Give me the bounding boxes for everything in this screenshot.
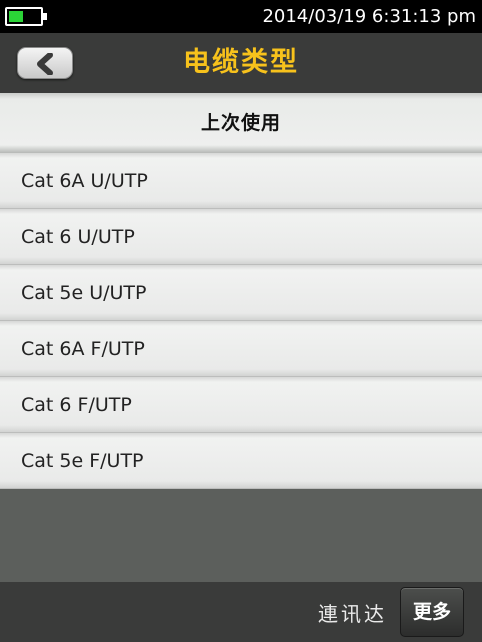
list-item-label: Cat 6 U/UTP [21, 226, 135, 248]
status-bar: 2014/03/19 6:31:13 pm [0, 0, 482, 33]
cable-type-list: Cat 6A U/UTP Cat 6 U/UTP Cat 5e U/UTP Ca… [0, 153, 482, 489]
list-item-cat6-futp[interactable]: Cat 6 F/UTP [0, 377, 482, 433]
clock: 2014/03/19 6:31:13 pm [262, 6, 476, 27]
battery-level-fill [9, 11, 23, 22]
list-item-label: Cat 6A F/UTP [21, 338, 145, 360]
brand-label: 連讯达 [318, 602, 387, 626]
list-item-cat5e-uutp[interactable]: Cat 5e U/UTP [0, 265, 482, 321]
list-item-cat6a-futp[interactable]: Cat 6A F/UTP [0, 321, 482, 377]
list-item-cat5e-futp[interactable]: Cat 5e F/UTP [0, 433, 482, 489]
list-item-label: Cat 6 F/UTP [21, 394, 132, 416]
back-button[interactable] [17, 47, 73, 79]
battery-icon [5, 7, 47, 26]
list-empty-area [0, 489, 482, 582]
list-item-cat6a-uutp[interactable]: Cat 6A U/UTP [0, 153, 482, 209]
footer-bar: 連讯达 更多 [0, 582, 482, 642]
chevron-left-icon [37, 53, 53, 75]
list-item-cat6-uutp[interactable]: Cat 6 U/UTP [0, 209, 482, 265]
list-item-label: Cat 5e F/UTP [21, 450, 144, 472]
header-bar: 电缆类型 [0, 33, 482, 93]
more-button[interactable]: 更多 [400, 587, 464, 637]
list-item-label: Cat 6A U/UTP [21, 170, 148, 192]
list-item-label: Cat 5e U/UTP [21, 282, 147, 304]
section-header-recent: 上次使用 [0, 93, 482, 153]
